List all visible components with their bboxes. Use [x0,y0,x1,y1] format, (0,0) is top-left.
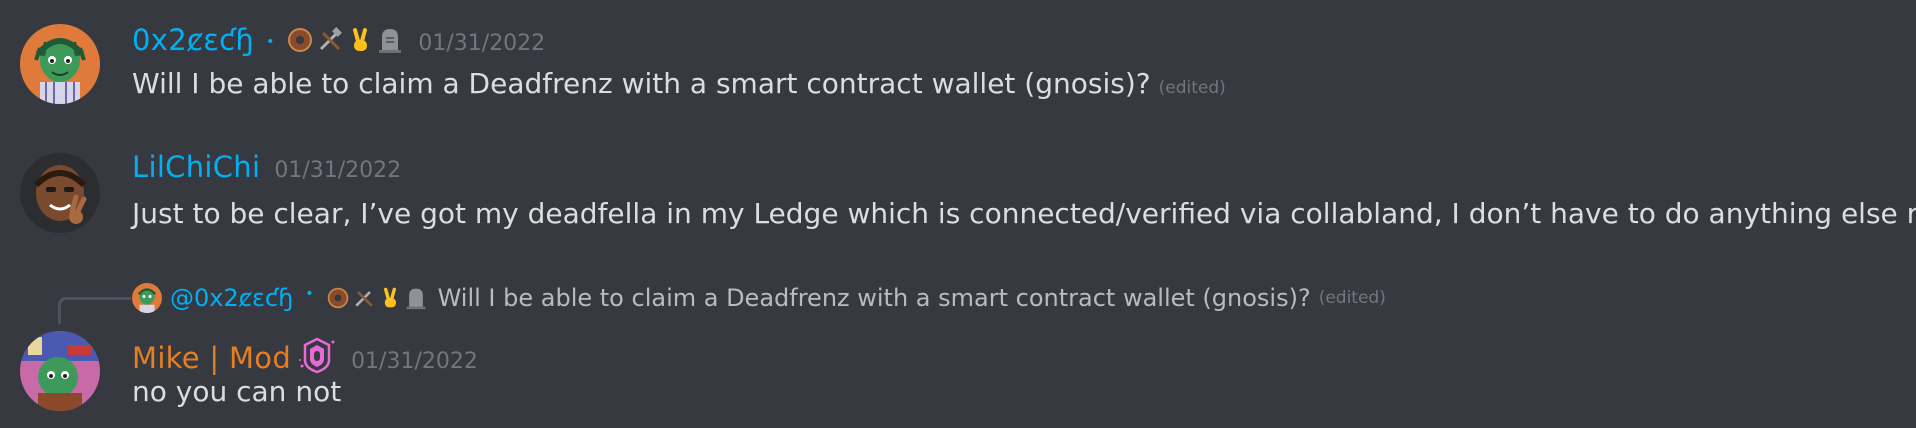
message-text: Just to be clear, I’ve got my deadfella … [132,197,1916,230]
donut-emoji [288,28,313,52]
headstone-emoji [379,29,402,53]
victory-hand-emoji [383,287,396,308]
role-emoji-row [326,286,428,310]
username[interactable]: LilChiChi [132,150,260,184]
message-content: Will I be able to claim a Deadfrenz with… [132,67,1226,100]
avatar[interactable] [20,331,100,411]
donut-emoji [327,287,348,309]
separator-dot: • [266,34,275,50]
role-emoji-row [286,26,404,54]
mod-shield-icon[interactable] [297,336,337,374]
reply-avatar[interactable] [132,283,162,313]
timestamp[interactable]: 01/31/2022 [418,31,545,56]
victory-hand-emoji [353,28,368,51]
username[interactable]: 0x2ȼɛƈɧ [132,23,254,57]
avatar[interactable] [20,24,100,104]
edited-label: (edited) [1158,78,1226,98]
reply-mention[interactable]: @0x2ȼɛƈɧ [170,284,293,312]
tools-emoji [320,27,343,51]
edited-label: (edited) [1318,288,1386,308]
message-1: 0x2ȼɛƈɧ • 01/31/2022 Will I be able to c… [0,0,1916,120]
tools-emoji [354,291,373,307]
timestamp[interactable]: 01/31/2022 [351,349,478,374]
separator-dot: • [305,286,314,302]
headstone-emoji [406,288,426,310]
message-3: Mike | Mod 01/31/2022 no you can not [0,320,1916,428]
message-2: LilChiChi 01/31/2022 Just to be clear, I… [0,140,1916,250]
username[interactable]: Mike | Mod [132,341,291,375]
message-content: no you can not [132,375,341,408]
avatar[interactable] [20,153,100,233]
message-content: Just to be clear, I’ve got my deadfella … [132,197,1916,230]
reply-text[interactable]: Will I be able to claim a Deadfrenz with… [438,284,1311,312]
message-text: Will I be able to claim a Deadfrenz with… [132,67,1151,100]
reply-preview[interactable]: @0x2ȼɛƈɧ • Will I be able to claim a Dea… [132,283,1386,313]
timestamp[interactable]: 01/31/2022 [274,158,401,183]
message-text: no you can not [132,375,342,408]
